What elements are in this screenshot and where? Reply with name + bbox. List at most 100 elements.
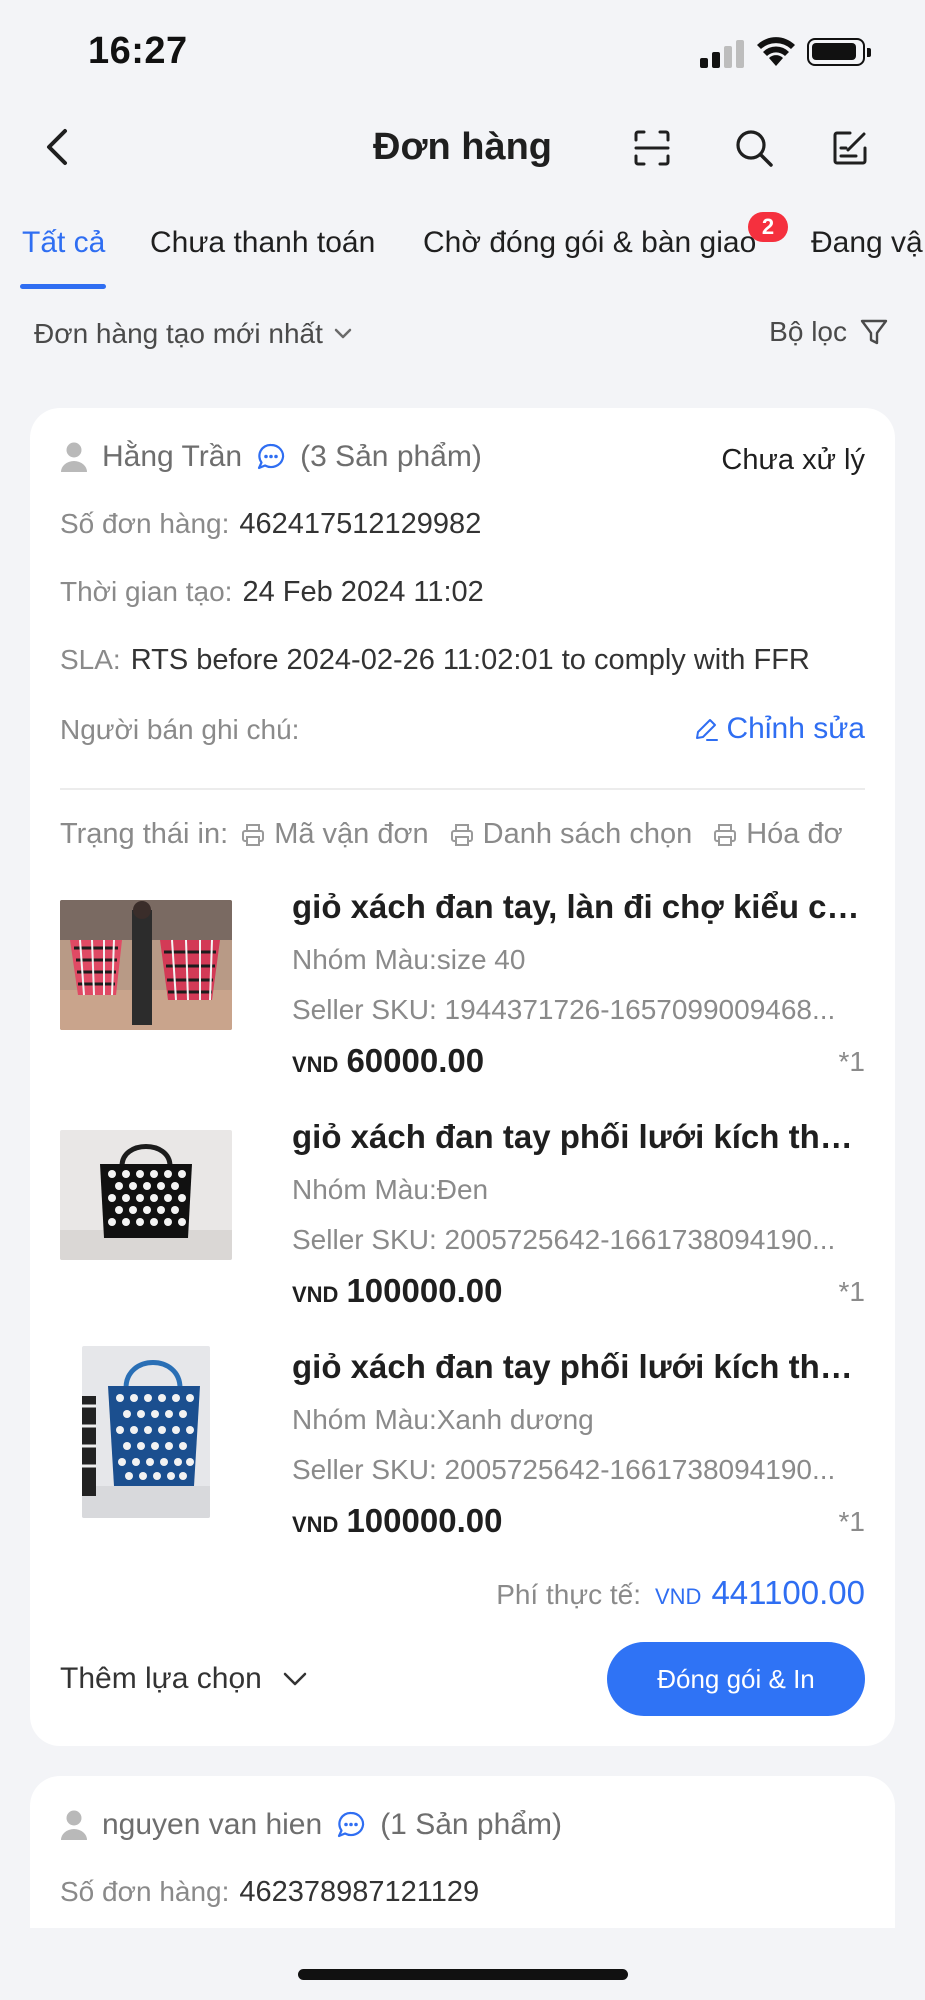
chat-icon[interactable] xyxy=(336,1810,366,1840)
search-icon xyxy=(736,130,773,167)
price-amount: 100000.00 xyxy=(346,1502,503,1539)
battery-icon xyxy=(807,38,871,66)
total-currency: VND xyxy=(655,1584,702,1609)
product-item[interactable]: giỏ xách đan tay, làn đi chợ kiểu ch... … xyxy=(60,888,865,1104)
search-button[interactable] xyxy=(728,122,780,174)
scan-icon xyxy=(634,130,670,166)
edit-note-icon xyxy=(833,131,867,165)
created-time: 24 Feb 2024 11:02 xyxy=(242,576,484,608)
tab-badge-count: 2 xyxy=(748,212,788,242)
product-price: VND 60000.00 xyxy=(292,1042,484,1080)
product-name: giỏ xách đan tay phối lưới kích thướ... xyxy=(292,1348,865,1385)
product-price: VND 100000.00 xyxy=(292,1272,502,1310)
currency: VND xyxy=(292,1052,339,1077)
created-time-label: Thời gian tạo: xyxy=(60,576,233,607)
active-tab-indicator xyxy=(20,284,106,289)
order-number-row: Số đơn hàng: 462417512129982 xyxy=(60,508,865,541)
chevron-down-icon xyxy=(334,328,352,339)
buyer-row: nguyen van hien (1 Sản phẩm) xyxy=(60,1808,865,1842)
product-name: giỏ xách đan tay phối lưới kích thướ... xyxy=(292,1118,865,1155)
order-card[interactable]: Hằng Trần (3 Sản phẩm) Chưa xử lý Số đơn… xyxy=(30,408,895,1746)
user-icon xyxy=(61,1810,87,1840)
printer-icon xyxy=(242,823,265,846)
product-variant: Nhóm Màu:Đen xyxy=(292,1174,489,1205)
product-item[interactable]: giỏ xách đan tay phối lưới kích thướ... … xyxy=(60,1346,865,1564)
buyer-name: nguyen van hien xyxy=(102,1808,323,1841)
status-time: 16:27 xyxy=(88,30,188,72)
more-options-label: Thêm lựa chọn xyxy=(60,1662,262,1695)
order-number-label: Số đơn hàng: xyxy=(60,508,230,539)
seller-note-label: Người bán ghi chú: xyxy=(60,714,300,745)
cellular-signal-icon xyxy=(700,38,744,68)
product-count: (3 Sản phẩm) xyxy=(300,440,482,473)
bottom-safe-area xyxy=(0,1928,925,2000)
product-item[interactable]: giỏ xách đan tay phối lưới kích thướ... … xyxy=(60,1118,865,1334)
total-label: Phí thực tế: xyxy=(496,1579,641,1610)
product-count: (1 Sản phẩm) xyxy=(380,1808,562,1841)
chevron-down-icon xyxy=(283,1672,307,1686)
tab-unpaid[interactable]: Chưa thanh toán xyxy=(150,226,375,260)
user-icon xyxy=(61,442,87,472)
header: Đơn hàng xyxy=(0,108,925,190)
pack-and-print-button[interactable]: Đóng gói & In xyxy=(607,1642,865,1716)
print-status-label: Trạng thái in: xyxy=(60,818,229,850)
tab-shipping[interactable]: Đang vậ xyxy=(811,226,923,260)
print-invoice[interactable]: Hóa đơ xyxy=(712,818,843,851)
sla-row: SLA: RTS before 2024-02-26 11:02:01 to co… xyxy=(60,644,865,677)
product-quantity: *1 xyxy=(838,1046,865,1077)
order-status-tabs: Tất cả Chưa thanh toán Chờ đóng gói & bà… xyxy=(0,212,925,294)
total-amount: 441100.00 xyxy=(711,1574,865,1611)
tab-all[interactable]: Tất cả xyxy=(22,226,105,260)
sort-dropdown[interactable]: Đơn hàng tạo mới nhất xyxy=(34,318,353,350)
status-bar: 16:27 xyxy=(0,0,925,100)
back-arrow-icon xyxy=(47,129,67,165)
page-title: Đơn hàng xyxy=(373,126,552,168)
edit-note-button[interactable] xyxy=(824,122,876,174)
back-button[interactable] xyxy=(32,122,82,172)
more-options-button[interactable]: Thêm lựa chọn xyxy=(60,1662,308,1696)
buyer-name: Hằng Trần xyxy=(102,440,243,473)
currency: VND xyxy=(292,1282,339,1307)
print-item-label: Danh sách chọn xyxy=(482,818,693,850)
divider xyxy=(60,788,865,790)
currency: VND xyxy=(292,1512,339,1537)
filter-label: Bộ lọc xyxy=(769,316,847,347)
product-variant: Nhóm Màu:Xanh dương xyxy=(292,1404,594,1435)
edit-label: Chỉnh sửa xyxy=(726,712,866,745)
product-variant: Nhóm Màu:size 40 xyxy=(292,944,526,975)
price-amount: 60000.00 xyxy=(346,1042,485,1079)
created-time-row: Thời gian tạo: 24 Feb 2024 11:02 xyxy=(60,576,865,609)
print-shipping-label[interactable]: Mã vận đơn xyxy=(240,818,429,851)
scan-button[interactable] xyxy=(626,122,678,174)
order-number: 462378987121129 xyxy=(239,1876,480,1908)
wifi-icon xyxy=(757,37,795,66)
sort-filter-row: Đơn hàng tạo mới nhất Bộ lọc xyxy=(0,310,925,360)
product-sku: Seller SKU: 2005725642-1661738094190... xyxy=(292,1224,836,1255)
home-indicator xyxy=(298,1969,628,1980)
product-name: giỏ xách đan tay, làn đi chợ kiểu ch... xyxy=(292,888,865,925)
order-number-label: Số đơn hàng: xyxy=(60,1876,230,1907)
print-item-label: Hóa đơ xyxy=(746,818,843,850)
print-pick-list[interactable]: Danh sách chọn xyxy=(449,818,693,851)
filter-button[interactable]: Bộ lọc xyxy=(769,316,889,348)
price-amount: 100000.00 xyxy=(346,1272,503,1309)
sla-label: SLA: xyxy=(60,644,121,675)
sort-label: Đơn hàng tạo mới nhất xyxy=(34,318,323,349)
product-image xyxy=(60,900,232,1030)
order-number: 462417512129982 xyxy=(239,508,482,540)
product-quantity: *1 xyxy=(838,1506,865,1537)
print-item-label: Mã vận đơn xyxy=(274,818,429,850)
printer-icon xyxy=(450,823,473,846)
sla-value: RTS before 2024-02-26 11:02:01 to comply… xyxy=(130,644,810,676)
filter-icon xyxy=(860,319,888,345)
tab-awaiting-packing[interactable]: Chờ đóng gói & bàn giao xyxy=(423,226,756,260)
pencil-icon xyxy=(695,719,718,741)
product-quantity: *1 xyxy=(838,1276,865,1307)
product-sku: Seller SKU: 2005725642-1661738094190... xyxy=(292,1454,836,1485)
chat-icon[interactable] xyxy=(256,442,286,472)
order-number-row: Số đơn hàng: 462378987121129 xyxy=(60,1876,865,1909)
product-price: VND 100000.00 xyxy=(292,1502,502,1540)
printer-icon xyxy=(714,823,737,846)
edit-note-link[interactable]: Chỉnh sửa xyxy=(693,712,866,746)
product-image xyxy=(82,1346,210,1518)
